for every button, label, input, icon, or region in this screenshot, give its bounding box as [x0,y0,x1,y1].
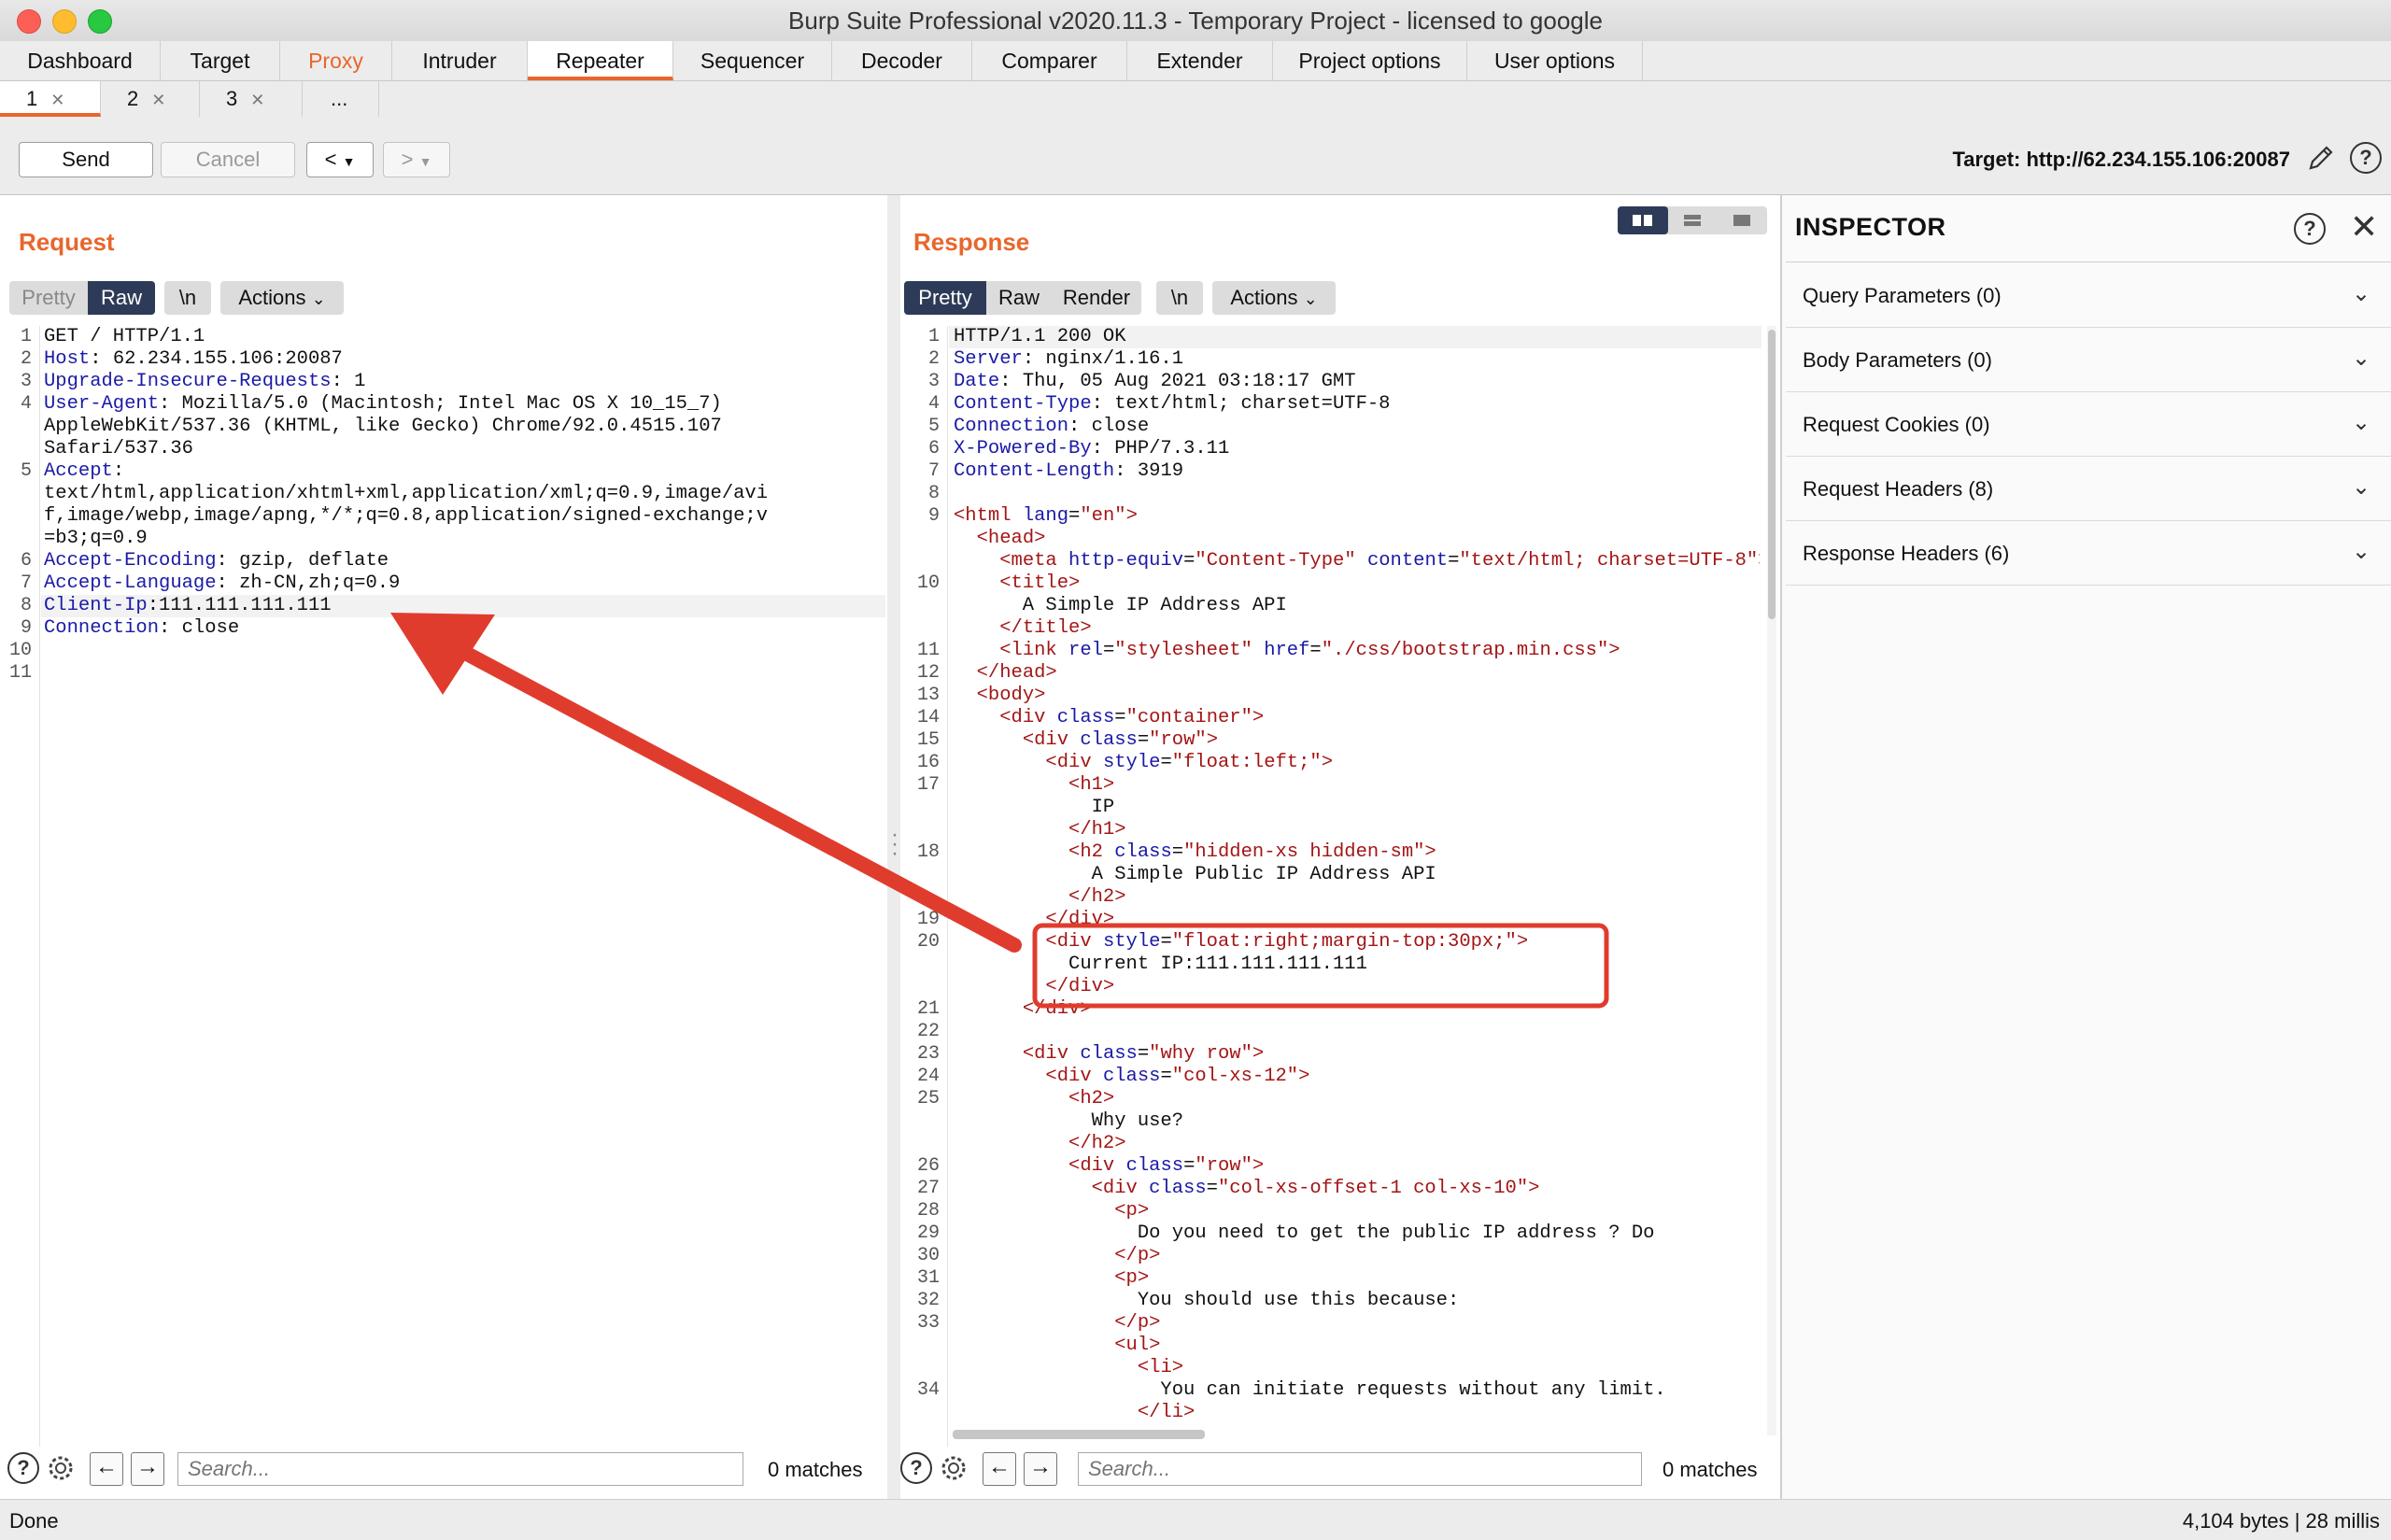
annotation-arrow-shaft [460,646,1022,953]
annotation-overlay [390,613,1609,1009]
highlight-box [1032,923,1609,1009]
